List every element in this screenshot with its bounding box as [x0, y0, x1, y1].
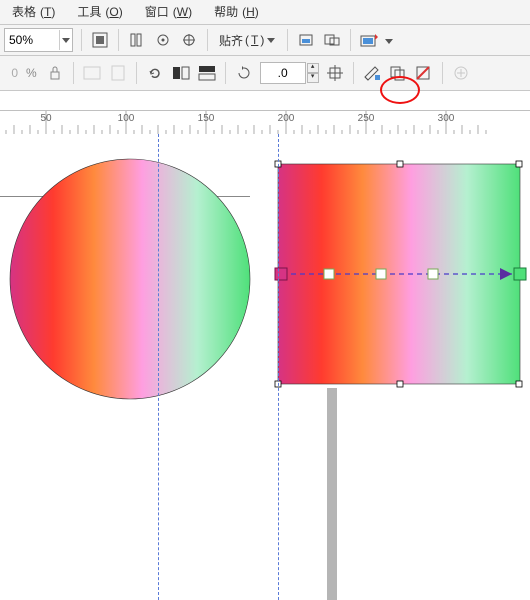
menu-tables[interactable]: 表格(T) — [4, 0, 59, 24]
rotation-angle[interactable]: ▴▾ — [260, 62, 319, 84]
svg-text:50: 50 — [40, 113, 52, 124]
lock-ratio-icon[interactable] — [45, 63, 65, 83]
toolbar-main: 贴齐(T) — [0, 25, 530, 56]
annotation-highlight — [380, 76, 420, 104]
spin-down[interactable]: ▾ — [307, 73, 319, 83]
separator — [287, 29, 288, 51]
separator — [73, 62, 74, 84]
menu-tools[interactable]: 工具(O) — [69, 0, 126, 24]
show-rulers-icon[interactable] — [127, 30, 147, 50]
svg-text:200: 200 — [278, 113, 295, 124]
menu-bar: 表格(T) 工具(O) 窗口(W) 帮助(H) — [0, 0, 530, 25]
separator — [225, 62, 226, 84]
gradient-stop-node — [376, 269, 386, 279]
zoom-input[interactable] — [5, 30, 59, 50]
mirror-v-icon[interactable] — [197, 63, 217, 83]
svg-text:300: 300 — [438, 113, 455, 124]
snap-label: 贴齐 — [219, 32, 243, 49]
chevron-down-icon — [266, 38, 276, 43]
percent-unit: % — [26, 66, 37, 80]
show-grid-icon[interactable] — [153, 30, 173, 50]
options-icon-2[interactable] — [322, 30, 342, 50]
zoom-dropdown-icon[interactable] — [59, 30, 72, 50]
spin-up[interactable]: ▴ — [307, 63, 319, 73]
menu-help[interactable]: 帮助(H) — [206, 0, 263, 24]
mirror-h-icon[interactable] — [171, 63, 191, 83]
menu-window[interactable]: 窗口(W) — [137, 0, 196, 24]
gradient-end-node — [514, 268, 526, 280]
rotate-icon[interactable] — [234, 63, 254, 83]
separator — [81, 29, 82, 51]
guide-line[interactable] — [278, 134, 279, 600]
svg-text:250: 250 — [358, 113, 375, 124]
gradient-stop-node — [428, 269, 438, 279]
snap-to-button[interactable]: 贴齐(T) — [216, 28, 279, 52]
separator — [353, 62, 354, 84]
ruler-horizontal[interactable]: 50 100 150 200 250 300 — [0, 110, 530, 136]
launch-icon[interactable] — [359, 30, 379, 50]
options-icon-1[interactable] — [296, 30, 316, 50]
svg-text:100: 100 — [118, 113, 135, 124]
zoom-level[interactable] — [4, 28, 73, 52]
free-transform-icon[interactable] — [325, 63, 345, 83]
separator — [350, 29, 351, 51]
canvas-area[interactable] — [0, 134, 530, 600]
outline-width-value: 0 — [4, 66, 18, 80]
separator — [136, 62, 137, 84]
stage-svg — [0, 134, 530, 600]
guide-line[interactable] — [158, 134, 159, 600]
landscape-icon[interactable] — [82, 63, 102, 83]
full-screen-icon[interactable] — [90, 30, 110, 50]
separator — [442, 62, 443, 84]
edit-fill-icon[interactable] — [362, 63, 382, 83]
gradient-stop-node — [324, 269, 334, 279]
gradient-circle[interactable] — [10, 159, 250, 399]
rotation-input[interactable] — [260, 62, 306, 84]
show-guides-icon[interactable] — [179, 30, 199, 50]
separator — [207, 29, 208, 51]
svg-text:150: 150 — [198, 113, 215, 124]
separator — [118, 29, 119, 51]
chevron-down-icon[interactable] — [385, 33, 393, 47]
add-icon[interactable] — [451, 63, 471, 83]
rotate-ccw-icon[interactable] — [145, 63, 165, 83]
edit-transparency-icon[interactable] — [414, 63, 434, 83]
property-bar: 0 % ▴▾ — [0, 56, 530, 91]
portrait-icon[interactable] — [108, 63, 128, 83]
gradient-start-node — [275, 268, 287, 280]
